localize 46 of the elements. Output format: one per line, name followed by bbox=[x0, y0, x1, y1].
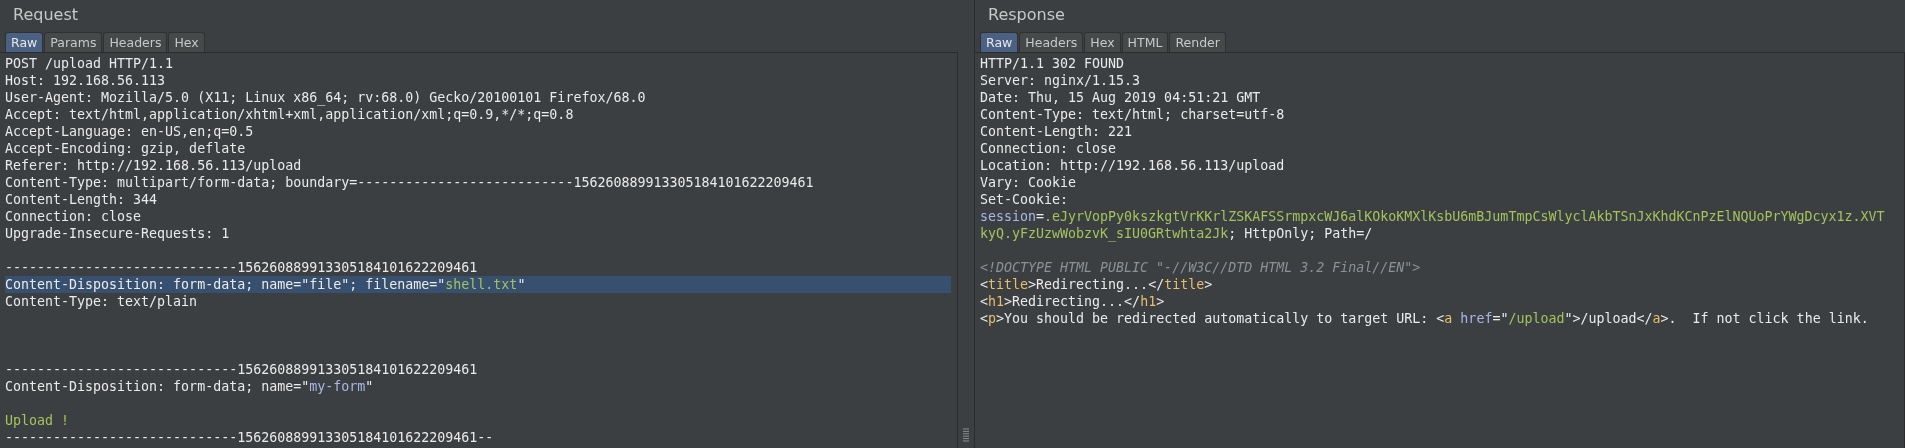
code-line: Accept-Language: en-US,en;q=0.5 bbox=[5, 123, 255, 140]
code-line: Referer: http://192.168.56.113/upload bbox=[5, 157, 303, 174]
code-line: Upload ! bbox=[5, 412, 71, 429]
tab[interactable]: Render bbox=[1169, 32, 1226, 52]
message-editor[interactable] bbox=[0, 52, 958, 448]
code-line: -----------------------------156260889913305184101622209461 bbox=[5, 259, 479, 276]
panel-title: Request bbox=[12, 4, 78, 26]
code-line: <h1>Redirecting...</h1> bbox=[980, 293, 1166, 310]
code-line: Content-Length: 344 bbox=[5, 191, 159, 208]
code-line: -----------------------------156260889913305184101622209461-- bbox=[5, 429, 495, 446]
code-line: <title>Redirecting...</title> bbox=[980, 276, 1214, 293]
code-line: Content-Type: text/plain bbox=[5, 293, 199, 310]
tab[interactable]: Headers bbox=[1019, 32, 1084, 52]
code-line: User-Agent: Mozilla/5.0 (X11; Linux x86_64; rv:68.0) Gecko/20100101 Firefox/68.0 bbox=[5, 89, 647, 106]
tab[interactable]: Raw bbox=[980, 32, 1019, 52]
code-line: <p>You should be redirected automatically to target URL: <a href="/upload">/upload</a>. If not click the link. bbox=[980, 310, 1870, 327]
code-line: Connection: close bbox=[980, 140, 1118, 157]
panel-title: Response bbox=[987, 4, 1065, 26]
code-line: Set-Cookie: bbox=[980, 191, 1070, 208]
code-line: HTTP/1.1 302 FOUND bbox=[980, 55, 1126, 72]
code-line: Connection: close bbox=[5, 208, 143, 225]
code-line: Content-Type: text/html; charset=utf-8 bbox=[980, 106, 1286, 123]
code-line: Date: Thu, 15 Aug 2019 04:51:21 GMT bbox=[980, 89, 1262, 106]
code-line: -----------------------------156260889913305184101622209461 bbox=[5, 361, 479, 378]
tab[interactable]: Hex bbox=[1084, 32, 1121, 52]
tab[interactable]: Hex bbox=[168, 32, 205, 52]
code-line: Host: 192.168.56.113 bbox=[5, 72, 167, 89]
tab[interactable]: Headers bbox=[103, 32, 168, 52]
code-line: Upgrade-Insecure-Requests: 1 bbox=[5, 225, 231, 242]
code-line: kyQ.yFzUzwWobzvK_sIU0GRtwhta2Jk; HttpOnly; Path=/ bbox=[980, 225, 1374, 242]
code-line: Content-Length: 221 bbox=[980, 123, 1134, 140]
code-line: session=.eJyrVopPy0kszkgtVrKKrlZSKAFSSrmpxcWJ6alKOkoKMXlKsbU6mBJumTmpCsWlyclAkbTSnJxKhdKCnPzElNQUoPrYWgDcyx1z.XVT bbox=[980, 208, 1886, 225]
code-line: Content-Disposition: form-data; name="my-form" bbox=[5, 378, 375, 395]
code-line: Accept-Encoding: gzip, deflate bbox=[5, 140, 247, 157]
code-line: Content-Type: multipart/form-data; boundary=---------------------------156260889913305184101622209461 bbox=[5, 174, 815, 191]
splitter-grip-icon[interactable] bbox=[963, 428, 969, 442]
tab[interactable]: Raw bbox=[5, 32, 44, 52]
code-line: POST /upload HTTP/1.1 bbox=[5, 55, 175, 72]
message-editor[interactable] bbox=[975, 52, 1905, 448]
code-line: Server: nginx/1.15.3 bbox=[980, 72, 1142, 89]
code-line: <!DOCTYPE HTML PUBLIC "-//W3C//DTD HTML 3.2 Final//EN"> bbox=[980, 259, 1422, 276]
code-line: Location: http://192.168.56.113/upload bbox=[980, 157, 1286, 174]
tab[interactable]: Params bbox=[44, 32, 103, 52]
tab[interactable]: HTML bbox=[1121, 32, 1169, 52]
code-line: Accept: text/html,application/xhtml+xml,application/xml;q=0.9,*/*;q=0.8 bbox=[5, 106, 575, 123]
code-line: Vary: Cookie bbox=[980, 174, 1078, 191]
